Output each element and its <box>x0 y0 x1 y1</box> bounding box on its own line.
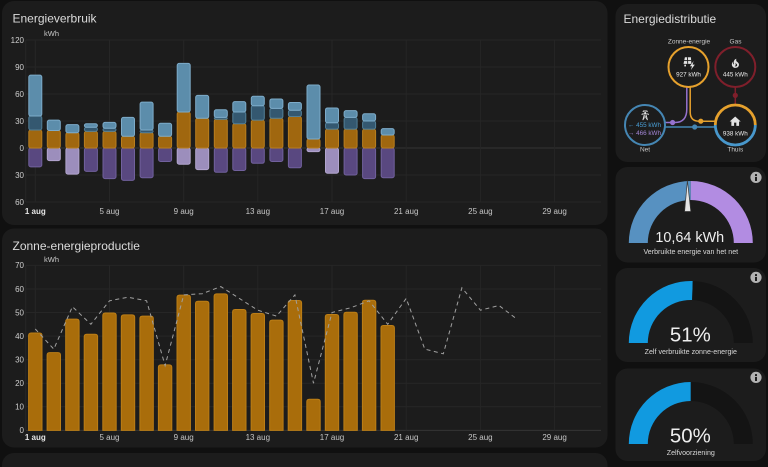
svg-text:30: 30 <box>15 117 24 126</box>
svg-text:Gas: Gas <box>730 39 743 46</box>
svg-text:50: 50 <box>15 308 24 317</box>
svg-text:9 aug: 9 aug <box>174 207 194 216</box>
svg-text:0: 0 <box>20 144 25 153</box>
svg-text:Zelfvoorziening: Zelfvoorziening <box>667 449 715 457</box>
svg-text:5 aug: 5 aug <box>99 207 119 216</box>
svg-text:120: 120 <box>11 36 25 45</box>
svg-text:9 aug: 9 aug <box>174 433 194 442</box>
svg-text:10,64 kWh: 10,64 kWh <box>655 230 724 246</box>
svg-text:13 aug: 13 aug <box>246 433 270 442</box>
svg-text:20: 20 <box>15 379 24 388</box>
svg-text:1 aug: 1 aug <box>25 433 46 442</box>
svg-text:Zelf verbruikte zonne-energie: Zelf verbruikte zonne-energie <box>645 348 737 356</box>
svg-text:21 aug: 21 aug <box>394 433 418 442</box>
svg-text:Energieverbruik: Energieverbruik <box>13 12 98 26</box>
svg-text:60: 60 <box>15 198 24 207</box>
svg-text:445 kWh: 445 kWh <box>723 72 748 79</box>
svg-text:927 kWh: 927 kWh <box>676 72 701 79</box>
svg-text:70: 70 <box>15 261 24 270</box>
svg-text:1 aug: 1 aug <box>25 207 46 216</box>
svg-text:90: 90 <box>15 63 24 72</box>
svg-text:5 aug: 5 aug <box>99 433 119 442</box>
svg-text:kWh: kWh <box>44 29 59 38</box>
svg-text:Net: Net <box>640 147 650 154</box>
svg-text:51%: 51% <box>670 325 711 347</box>
svg-text:50%: 50% <box>670 426 711 448</box>
svg-text:Zonne-energie: Zonne-energie <box>668 39 711 46</box>
svg-text:10: 10 <box>15 403 24 412</box>
svg-text:Verbruikte energie van het net: Verbruikte energie van het net <box>643 248 738 256</box>
svg-text:40: 40 <box>15 332 24 341</box>
svg-text:21 aug: 21 aug <box>394 207 418 216</box>
svg-text:13 aug: 13 aug <box>246 207 270 216</box>
svg-text:25 aug: 25 aug <box>468 433 492 442</box>
svg-text:29 aug: 29 aug <box>542 433 566 442</box>
svg-text:kWh: kWh <box>44 255 59 264</box>
svg-text:938 kWh: 938 kWh <box>723 131 748 138</box>
svg-text:25 aug: 25 aug <box>468 207 492 216</box>
svg-text:29 aug: 29 aug <box>542 207 566 216</box>
svg-text:Thuis: Thuis <box>727 147 744 154</box>
svg-text:30: 30 <box>15 171 24 180</box>
svg-text:0: 0 <box>20 426 25 435</box>
svg-text:→ 466 kWh: → 466 kWh <box>628 130 661 137</box>
svg-text:17 aug: 17 aug <box>320 433 344 442</box>
svg-text:Zonne-energieproductie: Zonne-energieproductie <box>13 239 141 253</box>
svg-text:60: 60 <box>15 90 24 99</box>
svg-text:17 aug: 17 aug <box>320 207 344 216</box>
svg-text:30: 30 <box>15 356 24 365</box>
svg-text:Energiedistributie: Energiedistributie <box>624 12 717 26</box>
svg-text:← 455 kWh: ← 455 kWh <box>628 122 661 129</box>
svg-text:60: 60 <box>15 285 24 294</box>
